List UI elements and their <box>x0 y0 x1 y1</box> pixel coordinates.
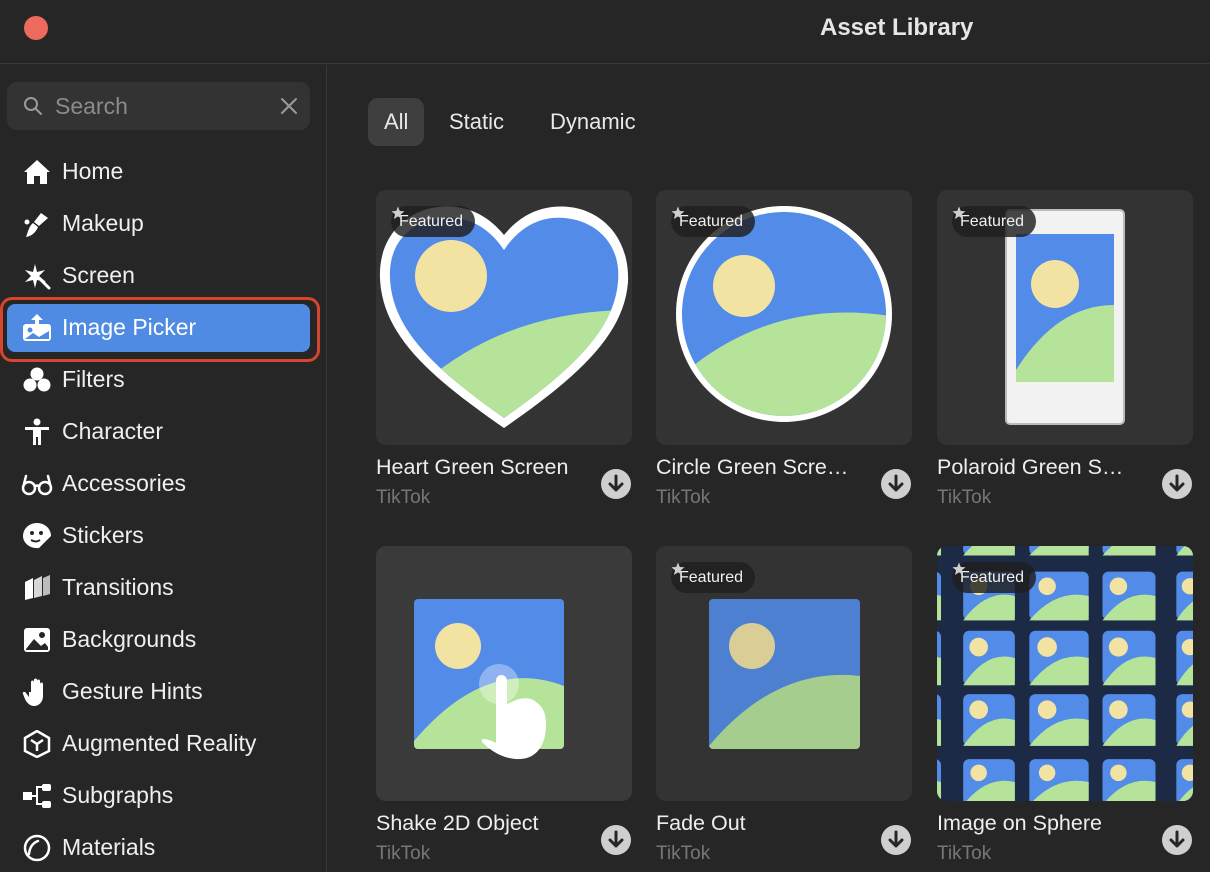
sidebar-item-label: Subgraphs <box>62 782 174 808</box>
asset-thumbnail: Featured <box>656 546 912 801</box>
download-icon[interactable] <box>881 469 911 499</box>
subgraph-icon <box>23 784 51 808</box>
asset-name: Fade Out <box>656 811 746 835</box>
asset-card-circle-green-screen[interactable]: Featured Circle Green Scre… TikTok <box>656 190 912 510</box>
shake-image-thumbnail <box>414 599 564 760</box>
download-icon[interactable] <box>881 825 911 855</box>
materials-icon <box>23 834 51 862</box>
backgrounds-icon <box>24 628 50 652</box>
search-box[interactable] <box>7 82 310 130</box>
asset-author: TikTok <box>937 487 992 508</box>
star-icon <box>671 206 685 219</box>
screen-sparkle-icon <box>25 264 51 290</box>
star-icon <box>391 206 405 219</box>
asset-thumbnail: Featured <box>656 190 912 445</box>
sidebar-item-label: Transitions <box>62 574 174 600</box>
asset-name: Heart Green Screen <box>376 455 569 479</box>
sidebar-item-label: Backgrounds <box>62 626 197 652</box>
title-bar: Asset Library <box>0 0 1210 64</box>
sidebar-item-image-picker[interactable]: Image Picker <box>7 304 310 352</box>
sidebar-item-label: Stickers <box>62 522 144 548</box>
asset-name: Circle Green Scre… <box>656 455 849 479</box>
asset-author: TikTok <box>376 487 431 508</box>
asset-thumbnail <box>376 546 632 801</box>
sidebar-item-label: Gesture Hints <box>62 678 203 704</box>
transitions-icon <box>25 575 50 600</box>
sidebar-item-label: Character <box>62 418 163 444</box>
featured-badge: Featured <box>952 562 1037 593</box>
filters-icon <box>23 367 51 392</box>
character-icon <box>25 418 49 445</box>
sidebar-item-gesture-hints[interactable]: Gesture Hints <box>7 668 310 716</box>
asset-card-heart-green-screen[interactable]: Featured Heart Green Screen TikTok <box>376 190 632 510</box>
sidebar-item-makeup[interactable]: Makeup <box>7 200 310 248</box>
window-title: Asset Library <box>820 14 974 41</box>
star-icon <box>671 562 685 575</box>
download-icon[interactable] <box>1162 825 1192 855</box>
hand-icon <box>22 678 43 706</box>
sidebar-item-home[interactable]: Home <box>7 148 310 196</box>
sidebar-item-accessories[interactable]: Accessories <box>7 460 310 508</box>
tab-all[interactable]: All <box>368 98 425 146</box>
featured-badge: Featured <box>671 206 756 237</box>
asset-author: TikTok <box>937 843 992 864</box>
sidebar-item-screen[interactable]: Screen <box>7 252 310 300</box>
tab-dynamic[interactable]: Dynamic <box>534 98 652 146</box>
ar-cube-icon <box>23 730 51 758</box>
asset-card-fade-out[interactable]: Featured Fade Out TikTok <box>656 546 912 872</box>
sidebar: Home Makeup Screen Image Picker Filt <box>0 65 327 872</box>
sticker-icon <box>23 523 51 549</box>
download-icon[interactable] <box>601 469 631 499</box>
asset-thumbnail: Featured <box>937 190 1193 445</box>
star-icon <box>952 206 966 219</box>
asset-name: Image on Sphere <box>937 811 1102 835</box>
sidebar-item-label: Accessories <box>62 470 186 496</box>
sidebar-item-label: Screen <box>62 262 135 288</box>
featured-badge: Featured <box>952 206 1037 237</box>
search-icon <box>24 97 42 115</box>
asset-thumbnail: Featured <box>376 190 632 445</box>
sidebar-item-label: Image Picker <box>62 314 197 340</box>
sidebar-item-label: Home <box>62 158 124 184</box>
sidebar-item-transitions[interactable]: Transitions <box>7 564 310 612</box>
asset-thumbnail: Featured <box>937 546 1193 801</box>
star-icon <box>952 562 966 575</box>
asset-card-image-on-sphere[interactable]: Featured Image on Sphere TikTok <box>937 546 1193 872</box>
download-icon[interactable] <box>601 825 631 855</box>
asset-author: TikTok <box>656 487 711 508</box>
home-icon <box>24 160 50 184</box>
sidebar-item-materials[interactable]: Materials <box>7 824 310 872</box>
sidebar-item-augmented-reality[interactable]: Augmented Reality <box>7 720 310 768</box>
sidebar-item-label: Filters <box>62 366 125 392</box>
featured-badge: Featured <box>671 562 756 593</box>
sidebar-item-stickers[interactable]: Stickers <box>7 512 310 560</box>
glasses-icon <box>21 474 53 496</box>
sidebar-item-label: Materials <box>62 834 156 860</box>
sidebar-item-character[interactable]: Character <box>7 408 310 456</box>
asset-name: Polaroid Green S… <box>937 455 1124 479</box>
asset-author: TikTok <box>376 843 431 864</box>
sidebar-item-label: Makeup <box>62 210 144 236</box>
asset-card-shake-2d-object[interactable]: Shake 2D Object TikTok <box>376 546 632 872</box>
download-icon[interactable] <box>1162 469 1192 499</box>
close-window-button[interactable] <box>24 16 48 40</box>
makeup-brush-icon <box>24 213 48 237</box>
asset-card-polaroid-green-screen[interactable]: Featured Polaroid Green S… TikTok <box>937 190 1193 510</box>
asset-name: Shake 2D Object <box>376 811 539 835</box>
image-picker-icon <box>23 314 51 341</box>
sidebar-item-label: Augmented Reality <box>62 730 257 756</box>
sidebar-item-backgrounds[interactable]: Backgrounds <box>7 616 310 664</box>
asset-author: TikTok <box>656 843 711 864</box>
sidebar-item-filters[interactable]: Filters <box>7 356 310 404</box>
featured-badge: Featured <box>391 206 476 237</box>
clear-search-icon[interactable] <box>279 96 299 116</box>
search-input[interactable] <box>55 88 265 124</box>
sidebar-item-subgraphs[interactable]: Subgraphs <box>7 772 310 820</box>
tab-static[interactable]: Static <box>433 98 520 146</box>
